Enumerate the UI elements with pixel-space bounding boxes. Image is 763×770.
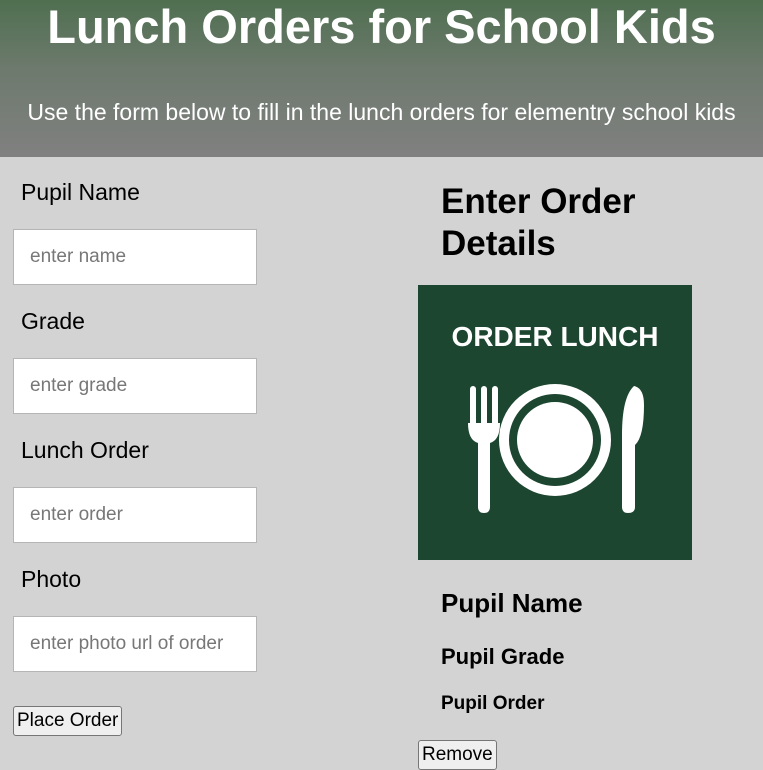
plate-inner — [517, 402, 593, 478]
pupil-order-display: Pupil Order — [441, 693, 545, 714]
pupil-name-label: Pupil Name — [21, 179, 140, 205]
order-details-heading: Enter Order Details — [441, 182, 636, 263]
photo-url-input[interactable] — [13, 616, 257, 672]
lunch-order-label: Lunch Order — [21, 437, 149, 463]
pupil-name-display: Pupil Name — [441, 588, 583, 618]
page-subtitle: Use the form below to fill in the lunch … — [27, 99, 736, 125]
remove-button[interactable]: Remove — [418, 740, 497, 770]
photo-label: Photo — [21, 566, 82, 592]
lunch-order-input[interactable] — [13, 487, 257, 543]
page-title: Lunch Orders for School Kids — [47, 0, 716, 53]
order-lunch-image: ORDER LUNCH — [418, 285, 692, 560]
knife-icon — [622, 386, 644, 513]
grade-input[interactable] — [13, 358, 257, 414]
grade-label: Grade — [21, 308, 85, 334]
plate-fork-knife-icon: ORDER LUNCH — [452, 321, 659, 513]
pupil-name-input[interactable] — [13, 229, 257, 285]
fork-icon — [468, 386, 500, 513]
page-header: Lunch Orders for School Kids Use the for… — [0, 0, 763, 157]
pupil-grade-display: Pupil Grade — [441, 644, 565, 669]
order-lunch-image-text: ORDER LUNCH — [452, 321, 659, 352]
place-order-button[interactable]: Place Order — [13, 706, 123, 736]
